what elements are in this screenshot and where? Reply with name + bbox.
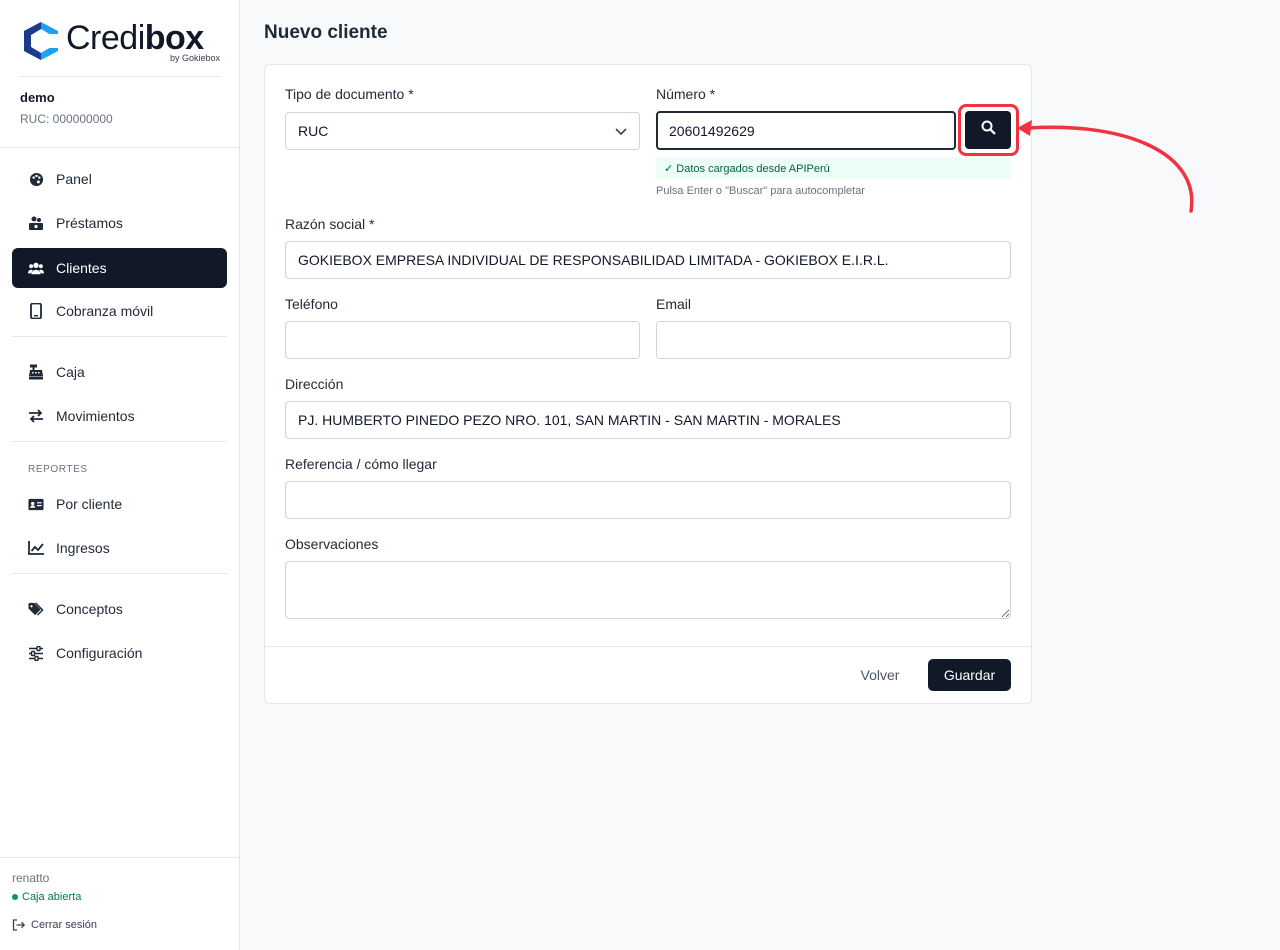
observaciones-textarea[interactable] — [285, 561, 1011, 619]
direccion-label: Dirección — [285, 376, 344, 392]
client-form-card: Tipo de documento * RUC Número * ✓ Datos… — [264, 64, 1032, 704]
sliders-icon — [28, 645, 44, 661]
sidebar: Credibox by Gokiebox demo RUC: 000000000… — [0, 0, 240, 950]
id-card-icon — [28, 496, 44, 512]
mobile-icon — [28, 303, 44, 319]
search-button[interactable] — [965, 111, 1011, 149]
credibox-logo-icon — [24, 22, 60, 60]
divider — [12, 573, 227, 574]
back-button[interactable]: Volver — [847, 659, 913, 691]
current-user: renatto — [12, 871, 50, 885]
success-message: ✓ Datos cargados desde APIPerú — [656, 157, 1011, 179]
sidebar-item-ingresos[interactable]: Ingresos — [12, 528, 227, 568]
email-input[interactable] — [656, 321, 1011, 359]
arrows-exchange-icon — [28, 408, 44, 424]
sidebar-item-label: Caja — [56, 364, 85, 380]
logout-link[interactable]: Cerrar sesión — [12, 919, 97, 931]
direccion-input[interactable] — [285, 401, 1011, 439]
razon-social-input[interactable] — [285, 241, 1011, 279]
sidebar-item-label: Clientes — [56, 260, 107, 276]
sidebar-item-por-cliente[interactable]: Por cliente — [12, 484, 227, 524]
sidebar-item-caja[interactable]: Caja — [12, 352, 227, 392]
status-dot-icon — [12, 894, 18, 900]
sign-out-icon — [12, 919, 25, 931]
divider — [0, 147, 239, 148]
sidebar-item-label: Movimientos — [56, 408, 135, 424]
sidebar-item-movimientos[interactable]: Movimientos — [12, 396, 227, 436]
caja-status-text: Caja abierta — [22, 891, 82, 903]
sidebar-item-label: Ingresos — [56, 540, 110, 556]
annotation-arrow-icon — [1017, 120, 1194, 213]
save-button[interactable]: Guardar — [928, 659, 1011, 691]
sidebar-item-label: Préstamos — [56, 215, 123, 231]
tags-icon — [28, 601, 44, 617]
tipo-documento-select[interactable]: RUC — [285, 112, 640, 150]
org-name: demo — [20, 90, 55, 105]
org-ruc: RUC: 000000000 — [20, 112, 113, 126]
autocomplete-hint: Pulsa Enter o "Buscar" para autocompleta… — [656, 185, 865, 197]
sidebar-item-configuracion[interactable]: Configuración — [12, 633, 227, 673]
referencia-input[interactable] — [285, 481, 1011, 519]
section-label-reportes: REPORTES — [28, 464, 88, 475]
sidebar-item-clientes[interactable]: Clientes — [12, 248, 227, 288]
search-icon — [981, 120, 996, 140]
sidebar-item-label: Por cliente — [56, 496, 123, 512]
sidebar-item-panel[interactable]: Panel — [12, 159, 227, 199]
logo: Credibox by Gokiebox — [20, 19, 220, 64]
palette-icon — [28, 171, 44, 187]
telefono-label: Teléfono — [285, 296, 338, 312]
brand-name: Credibox — [66, 19, 204, 57]
divider — [12, 336, 227, 337]
divider — [265, 646, 1031, 647]
caja-status-badge: Caja abierta — [12, 891, 81, 903]
app-root: Credibox by Gokiebox demo RUC: 000000000… — [0, 0, 1280, 950]
observaciones-label: Observaciones — [285, 536, 379, 552]
email-label: Email — [656, 296, 692, 312]
coins-icon — [28, 215, 44, 231]
tipo-documento-label: Tipo de documento * — [285, 86, 414, 102]
divider — [20, 76, 220, 77]
sidebar-item-cobranza-movil[interactable]: Cobranza móvil — [12, 291, 227, 331]
numero-label: Número * — [656, 86, 716, 102]
telefono-input[interactable] — [285, 321, 640, 359]
cash-register-icon — [28, 364, 44, 380]
sidebar-item-label: Panel — [56, 171, 92, 187]
logout-label: Cerrar sesión — [31, 919, 98, 931]
users-icon — [28, 260, 44, 276]
sidebar-item-label: Configuración — [56, 645, 143, 661]
sidebar-item-conceptos[interactable]: Conceptos — [12, 589, 227, 629]
referencia-label: Referencia / cómo llegar — [285, 456, 437, 472]
chevron-down-icon — [615, 113, 627, 149]
divider — [0, 857, 239, 858]
line-chart-icon — [28, 540, 44, 556]
razon-social-label: Razón social * — [285, 216, 375, 232]
tipo-documento-value: RUC — [298, 123, 329, 139]
numero-input[interactable] — [656, 111, 956, 150]
sidebar-item-prestamos[interactable]: Préstamos — [12, 203, 227, 243]
brand-byline: by Gokiebox — [169, 53, 220, 63]
sidebar-item-label: Cobranza móvil — [56, 303, 154, 319]
sidebar-item-label: Conceptos — [56, 601, 123, 617]
divider — [12, 441, 227, 442]
page-title: Nuevo cliente — [264, 22, 388, 43]
